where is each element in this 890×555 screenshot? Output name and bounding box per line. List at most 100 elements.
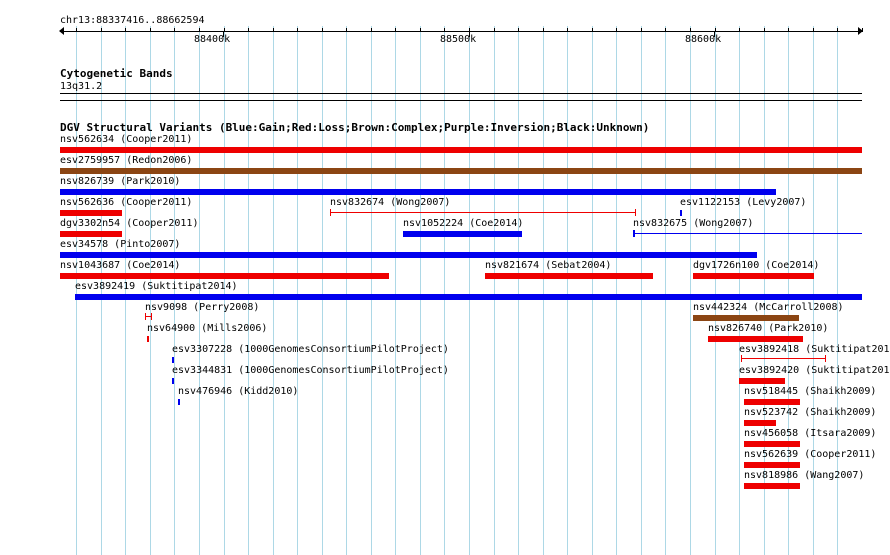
- ruler-minor-tick: [764, 28, 765, 32]
- feature-bar-loss[interactable]: [744, 462, 800, 468]
- feature-label[interactable]: nsv562639 (Cooper2011): [744, 449, 876, 461]
- ruler-minor-tick: [494, 28, 495, 32]
- cytoband-label: 13q31.2: [60, 81, 103, 92]
- feature-bar-endcap: [330, 209, 331, 216]
- feature-bar-endcap: [633, 230, 635, 237]
- cytoband-title[interactable]: Cytogenetic Bands: [60, 67, 173, 80]
- feature-bar-gain[interactable]: [633, 233, 862, 234]
- feature-label[interactable]: nsv826739 (Park2010): [60, 176, 180, 188]
- feature-label[interactable]: nsv832674 (Wong2007): [330, 197, 450, 209]
- feature-bar-loss[interactable]: [60, 210, 122, 216]
- feature-bar-gain[interactable]: [680, 210, 682, 216]
- ruler-minor-tick: [690, 28, 691, 32]
- feature-label[interactable]: nsv832675 (Wong2007): [633, 218, 753, 230]
- feature-bar-loss[interactable]: [739, 378, 785, 384]
- feature-bar-loss[interactable]: [60, 273, 389, 279]
- feature-label[interactable]: esv3892420 (Suktitipat2014): [739, 365, 890, 377]
- feature-label[interactable]: nsv476946 (Kidd2010): [178, 386, 298, 398]
- feature-bar-endcap: [145, 313, 146, 320]
- cytoband-bar-bottom: [60, 100, 862, 101]
- feature-bar-loss[interactable]: [693, 273, 814, 279]
- feature-bar-complex[interactable]: [693, 315, 799, 321]
- dgv-track-title[interactable]: DGV Structural Variants (Blue:Gain;Red:L…: [60, 121, 649, 134]
- ruler-minor-tick: [248, 28, 249, 32]
- feature-label[interactable]: nsv64900 (Mills2006): [147, 323, 267, 335]
- feature-label[interactable]: esv3892419 (Suktitipat2014): [75, 281, 238, 293]
- ruler-minor-tick: [101, 28, 102, 32]
- feature-bar-complex[interactable]: [60, 168, 862, 174]
- feature-bar-endcap: [635, 209, 636, 216]
- feature-label[interactable]: esv34578 (Pinto2007): [60, 239, 180, 251]
- feature-bar-gain[interactable]: [172, 378, 174, 384]
- feature-label[interactable]: esv3307228 (1000GenomesConsortiumPilotPr…: [172, 344, 449, 356]
- feature-label[interactable]: esv3892418 (Suktitipat2014): [739, 344, 890, 356]
- ruler-axis: [60, 31, 862, 32]
- ruler-minor-tick: [395, 28, 396, 32]
- ruler-minor-tick: [616, 28, 617, 32]
- feature-bar-endcap: [741, 355, 742, 362]
- feature-bar-loss[interactable]: [147, 336, 149, 342]
- ruler-tick-label: 88500k: [440, 34, 477, 45]
- ruler-tick-label: 88600k: [685, 34, 722, 45]
- ruler-minor-tick: [837, 28, 838, 32]
- ruler-minor-tick: [371, 28, 372, 32]
- feature-label[interactable]: nsv523742 (Shaikh2009): [744, 407, 876, 419]
- feature-label[interactable]: nsv562634 (Cooper2011): [60, 134, 192, 146]
- ruler-minor-tick: [125, 28, 126, 32]
- feature-label[interactable]: nsv9098 (Perry2008): [145, 302, 259, 314]
- feature-label[interactable]: dgv3302n54 (Cooper2011): [60, 218, 198, 230]
- feature-bar-loss[interactable]: [708, 336, 803, 342]
- feature-label[interactable]: nsv562636 (Cooper2011): [60, 197, 192, 209]
- ruler-minor-tick: [813, 28, 814, 32]
- feature-bar-gain[interactable]: [172, 357, 174, 363]
- ruler-minor-tick: [346, 28, 347, 32]
- feature-bar-loss[interactable]: [744, 483, 800, 489]
- feature-label[interactable]: esv1122153 (Levy2007): [680, 197, 806, 209]
- feature-label[interactable]: nsv826740 (Park2010): [708, 323, 828, 335]
- feature-bar-gain[interactable]: [60, 189, 776, 195]
- ruler-minor-tick: [76, 28, 77, 32]
- feature-bar-endcap: [825, 355, 826, 362]
- locus-label: chr13:88337416..88662594: [60, 15, 205, 26]
- feature-bar-gain[interactable]: [403, 231, 522, 237]
- feature-label[interactable]: nsv518445 (Shaikh2009): [744, 386, 876, 398]
- ruler-minor-tick: [567, 28, 568, 32]
- feature-bar-loss[interactable]: [485, 273, 653, 279]
- feature-bar-gain[interactable]: [178, 399, 180, 405]
- feature-label[interactable]: nsv456058 (Itsara2009): [744, 428, 876, 440]
- ruler-minor-tick: [150, 28, 151, 32]
- feature-label[interactable]: nsv1043687 (Coe2014): [60, 260, 180, 272]
- feature-label[interactable]: esv2759957 (Redon2006): [60, 155, 192, 167]
- cytoband-bar-top: [60, 93, 862, 94]
- feature-label[interactable]: nsv821674 (Sebat2004): [485, 260, 611, 272]
- ruler-minor-tick: [199, 28, 200, 32]
- feature-bar-endcap: [151, 313, 152, 320]
- feature-bar-loss[interactable]: [741, 358, 826, 359]
- feature-bar-loss[interactable]: [744, 420, 776, 426]
- ruler-minor-tick: [641, 28, 642, 32]
- ruler-minor-tick: [174, 28, 175, 32]
- feature-label[interactable]: dgv1726n100 (Coe2014): [693, 260, 819, 272]
- ruler-minor-tick: [592, 28, 593, 32]
- feature-label[interactable]: esv3344831 (1000GenomesConsortiumPilotPr…: [172, 365, 449, 377]
- ruler-minor-tick: [273, 28, 274, 32]
- ruler-minor-tick: [788, 28, 789, 32]
- ruler-minor-tick: [224, 28, 225, 32]
- feature-bar-gain[interactable]: [60, 252, 757, 258]
- feature-bar-loss[interactable]: [60, 147, 862, 153]
- feature-bar-loss[interactable]: [744, 399, 800, 405]
- ruler-tick-label: 88400k: [194, 34, 231, 45]
- ruler-minor-tick: [739, 28, 740, 32]
- feature-bar-loss[interactable]: [60, 231, 122, 237]
- ruler-minor-tick: [420, 28, 421, 32]
- feature-label[interactable]: nsv1052224 (Coe2014): [403, 218, 523, 230]
- ruler-minor-tick: [322, 28, 323, 32]
- ruler-minor-tick: [543, 28, 544, 32]
- ruler-minor-tick: [862, 28, 863, 32]
- feature-bar-loss[interactable]: [330, 212, 636, 213]
- feature-label[interactable]: nsv442324 (McCarroll2008): [693, 302, 844, 314]
- ruler-arrow-left: [59, 27, 64, 35]
- feature-bar-loss[interactable]: [744, 441, 800, 447]
- feature-label[interactable]: nsv818986 (Wang2007): [744, 470, 864, 482]
- feature-bar-gain[interactable]: [75, 294, 862, 300]
